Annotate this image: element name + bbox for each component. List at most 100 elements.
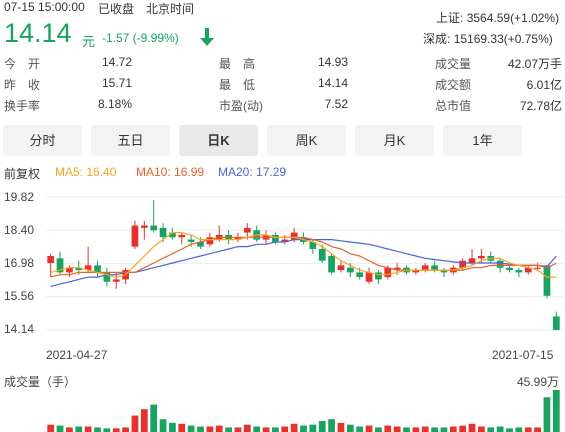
- kline-chart[interactable]: [0, 185, 565, 345]
- volume-bar: [337, 422, 345, 432]
- volume-bar: [534, 427, 541, 432]
- stat-open-value: 14.72: [101, 55, 132, 69]
- stat-prevclose-value: 15.71: [101, 76, 132, 90]
- ma20-legend: MA20: 17.29: [218, 165, 287, 179]
- volume-bar: [103, 428, 111, 432]
- stat-high-label: 最 高: [219, 57, 256, 71]
- volume-bar: [309, 424, 317, 432]
- stat-prevclose-label: 昨 收: [4, 78, 41, 92]
- tab-intraday[interactable]: 分时: [3, 125, 82, 156]
- candle-body: [337, 265, 345, 271]
- tab-one-year[interactable]: 1年: [443, 125, 522, 156]
- stat-marketcap-label: 总市值: [435, 99, 472, 113]
- volume-bar: [459, 425, 467, 432]
- candle-body: [112, 279, 120, 282]
- quote-datetime: 07-15 15:00:00: [4, 0, 85, 14]
- candle-body: [506, 267, 513, 271]
- candle-body: [534, 267, 541, 269]
- candle-body: [365, 272, 373, 282]
- candle-body: [159, 227, 167, 238]
- ma5-legend: MA5: 16.40: [55, 165, 117, 179]
- candle-body: [543, 265, 551, 296]
- volume-bar: [150, 404, 158, 432]
- adjust-mode[interactable]: 前复权: [4, 165, 40, 182]
- volume-bar: [253, 426, 261, 432]
- index-shenzhen-label: 深成:: [423, 32, 451, 46]
- candle-body: [478, 256, 485, 259]
- stat-low-label: 最 低: [219, 78, 256, 92]
- candle-body: [496, 260, 504, 268]
- candle-body: [384, 267, 392, 278]
- candle-body: [178, 234, 186, 238]
- candle-body: [187, 239, 195, 242]
- volume-bar: [552, 390, 560, 432]
- volume-bar: [140, 409, 148, 432]
- candle-body: [318, 248, 326, 261]
- stat-pe-value: 7.52: [324, 97, 348, 111]
- tab-daily-k[interactable]: 日K: [179, 125, 258, 156]
- candle-body: [150, 225, 158, 231]
- candle-body: [47, 256, 55, 264]
- candle-body: [421, 265, 429, 271]
- volume-bar: [56, 425, 64, 432]
- candle-body: [290, 232, 298, 240]
- volume-chart[interactable]: [0, 388, 565, 432]
- volume-bar: [393, 426, 401, 432]
- volume-bar: [281, 426, 289, 432]
- candle-body: [328, 256, 335, 273]
- volume-bar: [290, 423, 298, 432]
- volume-bar: [524, 427, 532, 432]
- candle-body: [375, 272, 382, 280]
- volume-bar: [131, 415, 139, 432]
- volume-bar: [431, 427, 438, 432]
- volume-bar: [243, 424, 251, 432]
- stat-turnover-label: 换手率: [4, 99, 41, 113]
- volume-bar: [543, 397, 551, 432]
- volume-bar: [384, 425, 392, 432]
- volume-bar: [375, 427, 382, 432]
- market-status: 已收盘: [98, 2, 135, 16]
- volume-bar: [403, 427, 410, 432]
- volume-bar: [66, 427, 73, 432]
- volume-bar: [365, 425, 373, 432]
- volume-bar: [515, 427, 523, 432]
- tab-weekly-k[interactable]: 周K: [267, 125, 346, 156]
- volume-bar: [234, 427, 242, 432]
- index-shenzhen: 深成: 15169.33(+0.75%): [423, 30, 553, 47]
- candle-body: [140, 225, 148, 228]
- volume-bar: [318, 421, 326, 432]
- volume-bar: [215, 425, 223, 432]
- volume-bar: [75, 426, 83, 432]
- volume-bar: [328, 419, 335, 432]
- period-tabs: 分时 五日 日K 周K 月K 1年: [3, 125, 563, 157]
- candle-body: [356, 272, 364, 278]
- volume-bar: [169, 422, 176, 432]
- volume-bar: [178, 423, 186, 432]
- volume-bar: [94, 427, 101, 432]
- index-shenzhen-value: 15169.33(+0.75%): [453, 32, 553, 46]
- volume-bar: [272, 427, 279, 432]
- candle-body: [431, 265, 438, 271]
- candle-body: [131, 225, 139, 247]
- volume-bar: [187, 425, 195, 432]
- tab-monthly-k[interactable]: 月K: [355, 125, 434, 156]
- volume-bar: [356, 426, 364, 432]
- volume-bar: [346, 424, 354, 432]
- tab-five-day[interactable]: 五日: [91, 125, 170, 156]
- candle-body: [552, 316, 560, 330]
- candle-body: [515, 270, 523, 273]
- volume-bar: [112, 428, 120, 432]
- volume-bar: [159, 419, 167, 432]
- stat-high-value: 14.93: [317, 55, 348, 69]
- index-shanghai-label: 上证:: [436, 11, 464, 25]
- arrow-down-icon: [200, 28, 214, 51]
- volume-bar: [449, 426, 457, 432]
- stat-volume-value: 42.07万手: [507, 57, 562, 71]
- volume-bar: [496, 426, 504, 432]
- index-shanghai-value: 3564.59(+1.02%): [466, 11, 560, 25]
- stat-volume-label: 成交量: [435, 57, 472, 71]
- stat-amount-value: 6.01亿: [526, 78, 562, 92]
- stat-amount-label: 成交额: [435, 78, 472, 92]
- index-shanghai: 上证: 3564.59(+1.02%): [436, 9, 559, 26]
- volume-bar: [197, 426, 204, 432]
